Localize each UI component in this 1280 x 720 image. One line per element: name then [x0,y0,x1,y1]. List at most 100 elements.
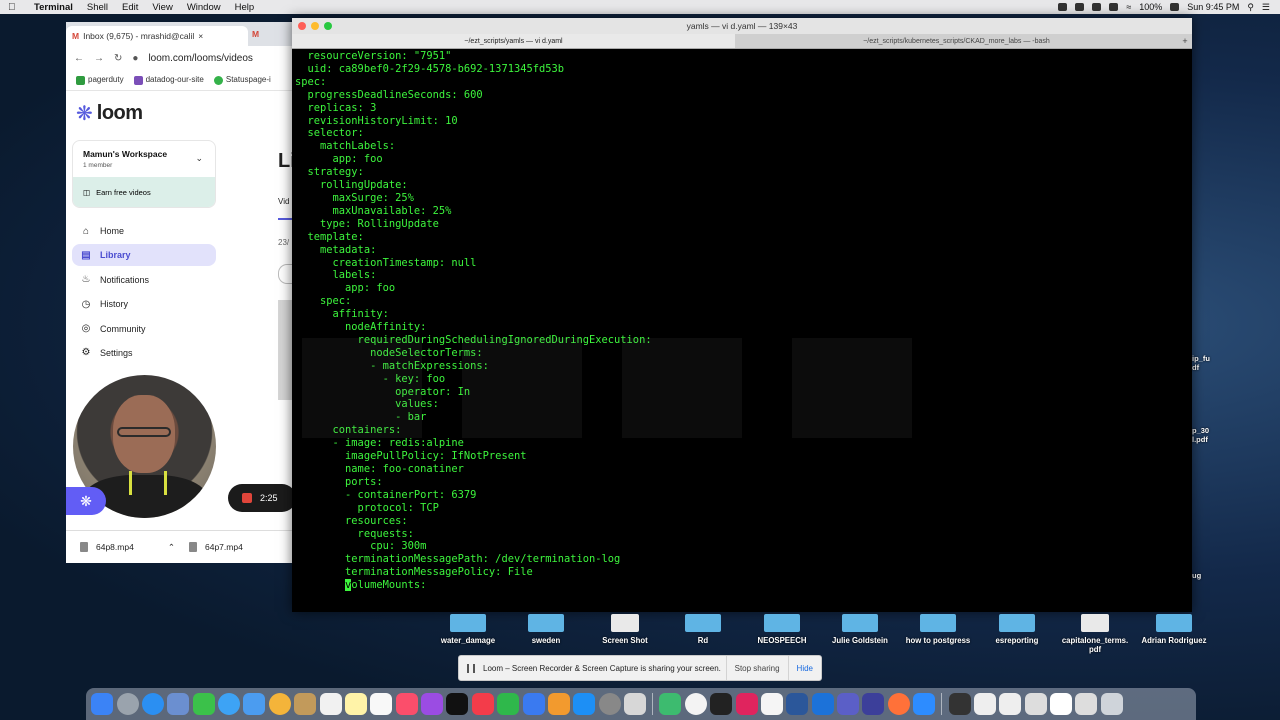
photos-icon[interactable] [268,693,291,715]
menu-shell[interactable]: Shell [87,2,108,13]
pages-icon[interactable] [547,693,570,715]
menu-edit[interactable]: Edit [122,2,138,13]
battery-icon[interactable] [1170,3,1180,11]
bookmark-datadog[interactable]: datadog-our-site [133,75,204,85]
keynote-icon[interactable] [522,693,545,715]
calendar-icon[interactable] [319,693,342,715]
sidebar-item-library[interactable]: ▤ Library [72,244,216,267]
terminal-icon[interactable] [710,693,733,715]
browser-tab-gmail[interactable]: M Inbox (9,675) - mrashid@calil × [66,26,248,46]
sidebar-item-home[interactable]: ⌂ Home [72,220,216,242]
zoom-window-icon[interactable] [324,22,332,30]
menu-window[interactable]: Window [187,2,221,13]
download-item[interactable]: 64p8.mp4 ⌃ [66,542,183,553]
hide-button[interactable]: Hide [787,656,821,680]
desktop-icon-file[interactable]: Screen Shot [585,614,665,645]
url-field[interactable]: loom.com/looms/videos [148,53,252,64]
status-icon[interactable] [1075,3,1085,11]
app-icon[interactable] [811,693,834,715]
menu-help[interactable]: Help [235,2,255,13]
finder-icon[interactable] [91,693,114,715]
minimize-window-icon[interactable] [311,22,319,30]
browser-tab-2[interactable]: M [252,29,259,39]
loom-logo[interactable]: ❋ loom [76,102,143,125]
desktop-icon-folder[interactable]: esreporting [977,614,1057,645]
sidebar-item-community[interactable]: ◎ Community [72,318,216,340]
app-icon[interactable] [624,693,647,715]
app-icon[interactable] [659,693,682,715]
desktop-icon-folder[interactable]: Rd [663,614,743,645]
terminal-window[interactable]: yamls — vi d.yaml — 139×43 ~/ezt_scripts… [292,18,1192,612]
trash-icon[interactable] [1100,693,1123,715]
desktop-icon-folder[interactable]: Julie Goldstein [820,614,900,645]
stop-sharing-button[interactable]: Stop sharing [725,656,788,680]
numbers-icon[interactable] [497,693,520,715]
back-icon[interactable]: ← [74,53,84,64]
terminal-titlebar[interactable]: yamls — vi d.yaml — 139×43 [292,18,1192,34]
tv-icon[interactable] [446,693,469,715]
minimized-window-icon[interactable] [948,693,971,715]
earn-free-videos[interactable]: ◫ Earn free videos [73,177,215,207]
chrome-icon[interactable] [684,693,707,715]
teams-icon[interactable] [837,693,860,715]
desktop-label[interactable]: ip_fu df [1192,354,1210,372]
status-icon[interactable] [1092,3,1102,11]
terminal-content[interactable]: resourceVersion: "7951" uid: ca89bef0-2f… [292,48,1192,612]
close-tab-icon[interactable]: × [198,31,203,41]
desktop-icon-folder[interactable]: water_damage [428,614,508,645]
menu-clock[interactable]: Sun 9:45 PM [1187,2,1239,12]
workspace-switcher[interactable]: Mamun's Workspace 1 member ⌄ ◫ Earn free… [72,140,216,208]
desktop-icon-folder[interactable]: how to postgress [898,614,978,645]
preview-icon[interactable] [167,693,190,715]
menu-app-name[interactable]: Terminal [34,2,73,13]
system-preferences-icon[interactable] [598,693,621,715]
messages-icon[interactable] [192,693,215,715]
control-center-icon[interactable]: ☰ [1262,2,1270,13]
wifi-icon[interactable]: ≈ [1126,2,1131,12]
notes-icon[interactable] [344,693,367,715]
document-icon[interactable] [999,693,1022,715]
chevron-down-icon[interactable]: ⌄ [195,153,203,164]
desktop-label[interactable]: p_30 l.pdf [1192,426,1209,444]
sidebar-item-history[interactable]: ◷ History [72,293,216,315]
bookmark-statuspage[interactable]: Statuspage-i [213,75,271,85]
bookmark-pagerduty[interactable]: pagerduty [76,75,124,85]
new-tab-icon[interactable]: + [1178,34,1192,48]
firefox-icon[interactable] [887,693,910,715]
app-icon[interactable] [862,693,885,715]
app-store-icon[interactable] [573,693,596,715]
slack-icon[interactable] [735,693,758,715]
desktop-label[interactable]: ug [1192,571,1201,580]
music-icon[interactable] [395,693,418,715]
terminal-tab-other[interactable]: ~/ezt_scripts/kubernetes_scripts/CKAD_mo… [735,34,1178,48]
contacts-icon[interactable] [294,693,317,715]
reload-icon[interactable]: ↻ [114,53,122,64]
terminal-tab-active[interactable]: ~/ezt_scripts/yamls — vi d.yaml [292,34,735,48]
download-item[interactable]: 64p7.mp4 [183,542,292,552]
menu-view[interactable]: View [152,2,172,13]
video-thumbnail[interactable] [278,300,292,400]
sidebar-item-settings[interactable]: ⚙ Settings [72,342,216,364]
safari-icon[interactable] [141,693,164,715]
lock-icon[interactable]: ● [132,53,138,64]
document-icon[interactable] [973,693,996,715]
mail-icon[interactable] [243,693,266,715]
zoom-app-icon[interactable] [218,693,241,715]
desktop-icon-folder[interactable]: sweden [506,614,586,645]
spotlight-icon[interactable]: ⚲ [1247,2,1254,13]
filter-chip[interactable] [278,264,293,284]
close-window-icon[interactable] [298,22,306,30]
zoom-icon[interactable] [913,693,936,715]
document-icon[interactable] [1050,693,1073,715]
reminders-icon[interactable] [370,693,393,715]
chevron-up-icon[interactable]: ⌃ [168,542,175,553]
word-icon[interactable] [786,693,809,715]
desktop-icon-folder[interactable]: NEOSPEECH [742,614,822,645]
sidebar-item-notifications[interactable]: ♨ Notifications [72,269,216,291]
textedit-icon[interactable] [760,693,783,715]
podcasts-icon[interactable] [421,693,444,715]
news-icon[interactable] [471,693,494,715]
desktop-icon-file[interactable]: capitalone_terms. pdf [1055,614,1135,654]
stop-recording-icon[interactable] [242,493,252,503]
apple-icon[interactable]:  [8,2,22,13]
